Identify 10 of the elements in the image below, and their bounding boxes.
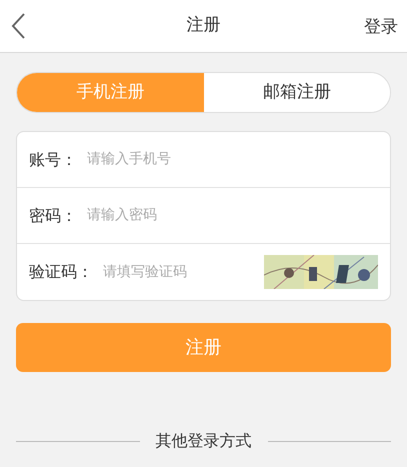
input-field[interactable]: 请输入密码	[85, 204, 378, 227]
back-icon[interactable]	[10, 12, 26, 40]
field-label: 账号：	[29, 148, 77, 170]
input-field[interactable]: 请输入手机号	[85, 148, 378, 171]
input-field[interactable]: 请填写验证码	[101, 260, 264, 284]
field-label: 密码：	[29, 204, 77, 226]
field-label: 验证码：	[29, 261, 93, 283]
section-heading: 其他登录方式	[156, 430, 252, 452]
page-title: 注册	[186, 14, 220, 38]
login-link[interactable]: 登录	[364, 15, 398, 40]
